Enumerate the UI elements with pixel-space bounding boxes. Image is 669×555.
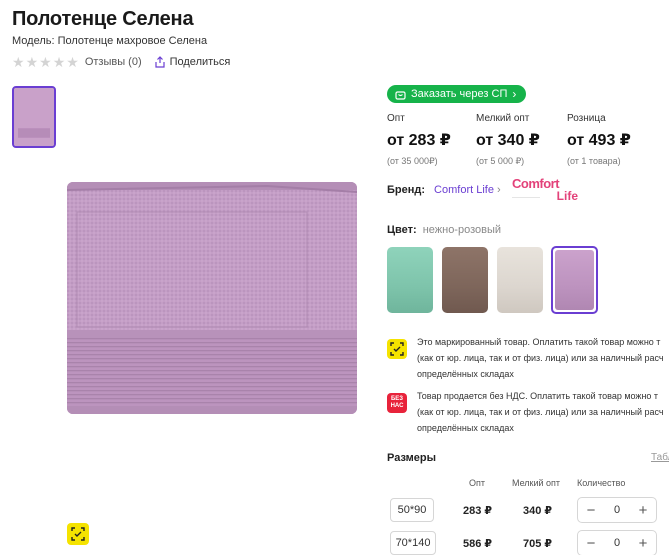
price-note: (от 1 товара) (567, 156, 621, 166)
reviews-link[interactable]: Отзывы (0) (85, 56, 142, 68)
star-icon: ★ (39, 54, 52, 70)
product-title: Полотенце Селена (12, 8, 194, 30)
row-price-small-opt: 705 ₽ (523, 538, 553, 550)
share-button[interactable]: Поделиться (154, 56, 231, 68)
notice-line: (как от юр. лица, так и от физ. лица) ил… (417, 353, 664, 363)
star-icon: ★ (66, 54, 79, 70)
price-label: Мелкий опт (476, 113, 530, 124)
quantity-value[interactable]: 0 (614, 537, 620, 549)
price-note: (от 5 000 ₽) (476, 156, 525, 166)
price-label: Розница (567, 113, 606, 124)
share-icon (155, 56, 165, 68)
no-vat-notice: БЕЗ НАС Товар продается без НДС. Оплатит… (387, 388, 669, 436)
no-vat-badge-text: БЕЗ НАС (390, 396, 404, 409)
column-header-small-opt: Мелкий опт (512, 478, 561, 488)
brand-logo[interactable]: Comfort ——————— Life (512, 177, 578, 207)
brand-link[interactable]: Comfort Life › (434, 184, 501, 196)
brand-logo-line2: Life (556, 189, 578, 203)
color-swatch-brown[interactable] (442, 247, 488, 313)
price-opt: Опт от 283 ₽ (от 35 000₽) (387, 113, 451, 167)
main-product-image[interactable] (67, 182, 357, 414)
price-note: (от 35 000₽) (387, 156, 438, 166)
row-price-opt: 283 ₽ (463, 505, 493, 517)
plus-button[interactable]: + (636, 503, 650, 518)
color-swatch-white[interactable] (497, 247, 543, 313)
chevron-right-icon: › (497, 184, 501, 196)
color-swatch-pink-selected[interactable] (551, 246, 598, 314)
no-vat-badge-icon: БЕЗ НАС (387, 393, 407, 413)
gallery-thumbnail[interactable] (12, 86, 56, 148)
size-option[interactable]: 70*140 (390, 531, 436, 555)
rating-row: ★ ★ ★ ★ ★ Отзывы (0) Поделиться (12, 55, 230, 69)
cart-icon (395, 90, 406, 100)
minus-button[interactable]: − (584, 536, 598, 551)
row-price-opt: 586 ₽ (463, 538, 493, 550)
price-value: от 493 ₽ (567, 132, 631, 149)
notice-line: Это маркированный товар. Оплатить такой … (417, 337, 661, 347)
color-swatch-mint[interactable] (387, 247, 433, 313)
rating-stars: ★ ★ ★ ★ ★ (12, 55, 79, 69)
share-label: Поделиться (169, 56, 231, 68)
star-icon: ★ (25, 54, 39, 70)
quantity-value[interactable]: 0 (614, 504, 620, 516)
brand-logo-tagline: ——————— (512, 193, 540, 199)
marked-goods-notice: Это маркированный товар. Оплатить такой … (387, 334, 669, 382)
notice-line: (как от юр. лица, так и от физ. лица) ил… (417, 407, 664, 417)
price-label: Опт (387, 113, 405, 124)
brand-label: Бренд: (387, 184, 426, 196)
quantity-stepper: − 0 + (577, 530, 657, 555)
plus-button[interactable]: + (636, 536, 650, 551)
minus-button[interactable]: − (584, 503, 598, 518)
brand-name: Comfort Life (434, 184, 494, 196)
product-model: Модель: Полотенце махровое Селена (12, 35, 208, 47)
notice-line: Товар продается без НДС. Оплатить такой … (417, 391, 659, 401)
color-label: Цвет: (387, 224, 417, 236)
notice-line: определённых складах (417, 369, 514, 379)
size-option[interactable]: 50*90 (390, 498, 434, 522)
price-retail: Розница от 493 ₽ (от 1 товара) (567, 113, 631, 166)
price-value: от 283 ₽ (387, 132, 451, 149)
price-small-opt: Мелкий опт от 340 ₽ (от 5 000 ₽) (476, 113, 540, 167)
notice-line: определённых складах (417, 423, 514, 433)
column-header-opt: Опт (469, 478, 485, 488)
color-row: Цвет: нежно-розовый (387, 224, 501, 236)
star-icon: ★ (52, 54, 66, 70)
order-sp-label: Заказать через СП (411, 88, 508, 100)
column-header-quantity: Количество (577, 478, 626, 488)
towel-photo (67, 182, 357, 414)
quantity-stepper: − 0 + (577, 497, 657, 523)
color-value: нежно-розовый (422, 224, 502, 236)
towel-thumbnail-image (14, 88, 54, 146)
chevron-right-icon: › (512, 87, 517, 101)
brand-row: Бренд: Comfort Life › (387, 184, 501, 196)
row-price-small-opt: 340 ₽ (523, 505, 553, 517)
sizes-title: Размеры (387, 452, 437, 464)
star-icon: ★ (12, 54, 25, 70)
size-table-link[interactable]: Табл (651, 452, 669, 463)
marked-goods-icon (67, 523, 89, 545)
price-value: от 340 ₽ (476, 132, 540, 149)
marked-goods-icon (387, 339, 407, 359)
order-sp-button[interactable]: Заказать через СП › (387, 85, 527, 103)
